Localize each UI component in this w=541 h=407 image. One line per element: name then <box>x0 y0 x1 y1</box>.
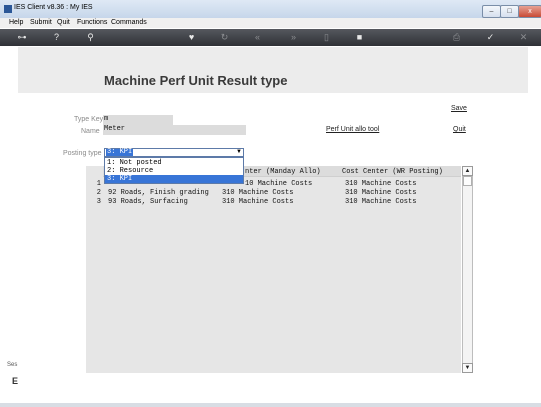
posting-type-selected-value: 3: KPI <box>106 148 134 156</box>
name-label: Name <box>81 128 100 135</box>
side-letter: E <box>12 376 19 386</box>
posting-type-label: Posting type <box>63 150 102 157</box>
row-number: 2 <box>96 189 101 197</box>
chevron-down-icon[interactable]: ▼ <box>236 149 242 156</box>
minimize-button[interactable]: – <box>482 5 501 18</box>
menu-quit[interactable]: Quit <box>57 19 70 26</box>
posting-option-resource[interactable]: 2: Resource <box>105 167 243 175</box>
close-window-button[interactable]: x <box>518 5 541 18</box>
print-icon[interactable]: ⎙ <box>450 31 463 44</box>
check-icon[interactable]: ✓ <box>484 31 497 44</box>
page-title: Machine Perf Unit Result type <box>104 73 288 88</box>
window-title: IES Client v8.36 : My IES <box>14 4 93 11</box>
scroll-up-icon[interactable]: ▲ <box>462 166 473 176</box>
help-icon[interactable]: ? <box>50 31 63 44</box>
row-number: 1 <box>96 180 101 188</box>
quit-link[interactable]: Quit <box>453 126 466 133</box>
name-field[interactable]: Meter <box>103 125 246 135</box>
posting-type-select[interactable]: 3: KPI ▼ <box>104 148 244 157</box>
search-icon[interactable]: ⚲ <box>84 31 97 44</box>
status-bar <box>0 403 541 407</box>
scroll-down-icon[interactable]: ▼ <box>462 363 473 373</box>
type-key-field[interactable]: m <box>103 115 173 125</box>
app-icon <box>4 5 12 13</box>
grid-scrollbar[interactable] <box>462 166 473 373</box>
row-number: 3 <box>96 198 101 206</box>
posting-type-options: 1: Not posted 2: Resource 3: KPI <box>104 157 244 184</box>
menu-functions[interactable]: Functions <box>77 19 107 26</box>
heart-icon[interactable]: ♥ <box>185 31 198 44</box>
close-icon[interactable]: ✕ <box>517 31 530 44</box>
side-label: Ses <box>7 362 18 368</box>
key-icon[interactable]: ⊶ <box>12 31 32 44</box>
bookmark-icon[interactable]: ▯ <box>320 31 333 44</box>
rewind-icon[interactable]: « <box>251 31 264 44</box>
perf-unit-allo-tool-link[interactable]: Perf Unit allo tool <box>326 126 379 133</box>
cell-cc-allo[interactable]: 310 Machine Costs <box>222 189 293 197</box>
posting-option-not-posted[interactable]: 1: Not posted <box>105 159 243 167</box>
column-header-cc-allo[interactable]: nter (Manday Allo) <box>245 168 321 176</box>
cell-cc-posting[interactable]: 310 Machine Costs <box>345 189 416 197</box>
menu-commands[interactable]: Commands <box>111 19 147 26</box>
menu-submit[interactable]: Submit <box>30 19 52 26</box>
scroll-thumb[interactable] <box>463 176 472 186</box>
cell-cc-allo[interactable]: 310 Machine Costs <box>222 198 293 206</box>
cell-cc-allo[interactable]: 10 Machine Costs <box>245 180 312 188</box>
stop-icon[interactable]: ■ <box>353 31 366 44</box>
menu-help[interactable]: Help <box>9 19 23 26</box>
save-link[interactable]: Save <box>451 105 467 112</box>
cell-cc-posting[interactable]: 310 Machine Costs <box>345 180 416 188</box>
refresh-icon[interactable]: ↻ <box>218 31 231 44</box>
column-header-cc-posting[interactable]: Cost Center (WR Posting) <box>342 168 443 176</box>
type-key-label: Type Key <box>74 116 104 123</box>
cell-cc-posting[interactable]: 310 Machine Costs <box>345 198 416 206</box>
posting-option-kpi[interactable]: 3: KPI <box>105 175 243 183</box>
cell-name[interactable]: 93 Roads, Surfacing <box>108 198 188 206</box>
cell-name[interactable]: 92 Roads, Finish grading <box>108 189 209 197</box>
maximize-button[interactable]: □ <box>500 5 519 18</box>
fast-forward-icon[interactable]: » <box>287 31 300 44</box>
